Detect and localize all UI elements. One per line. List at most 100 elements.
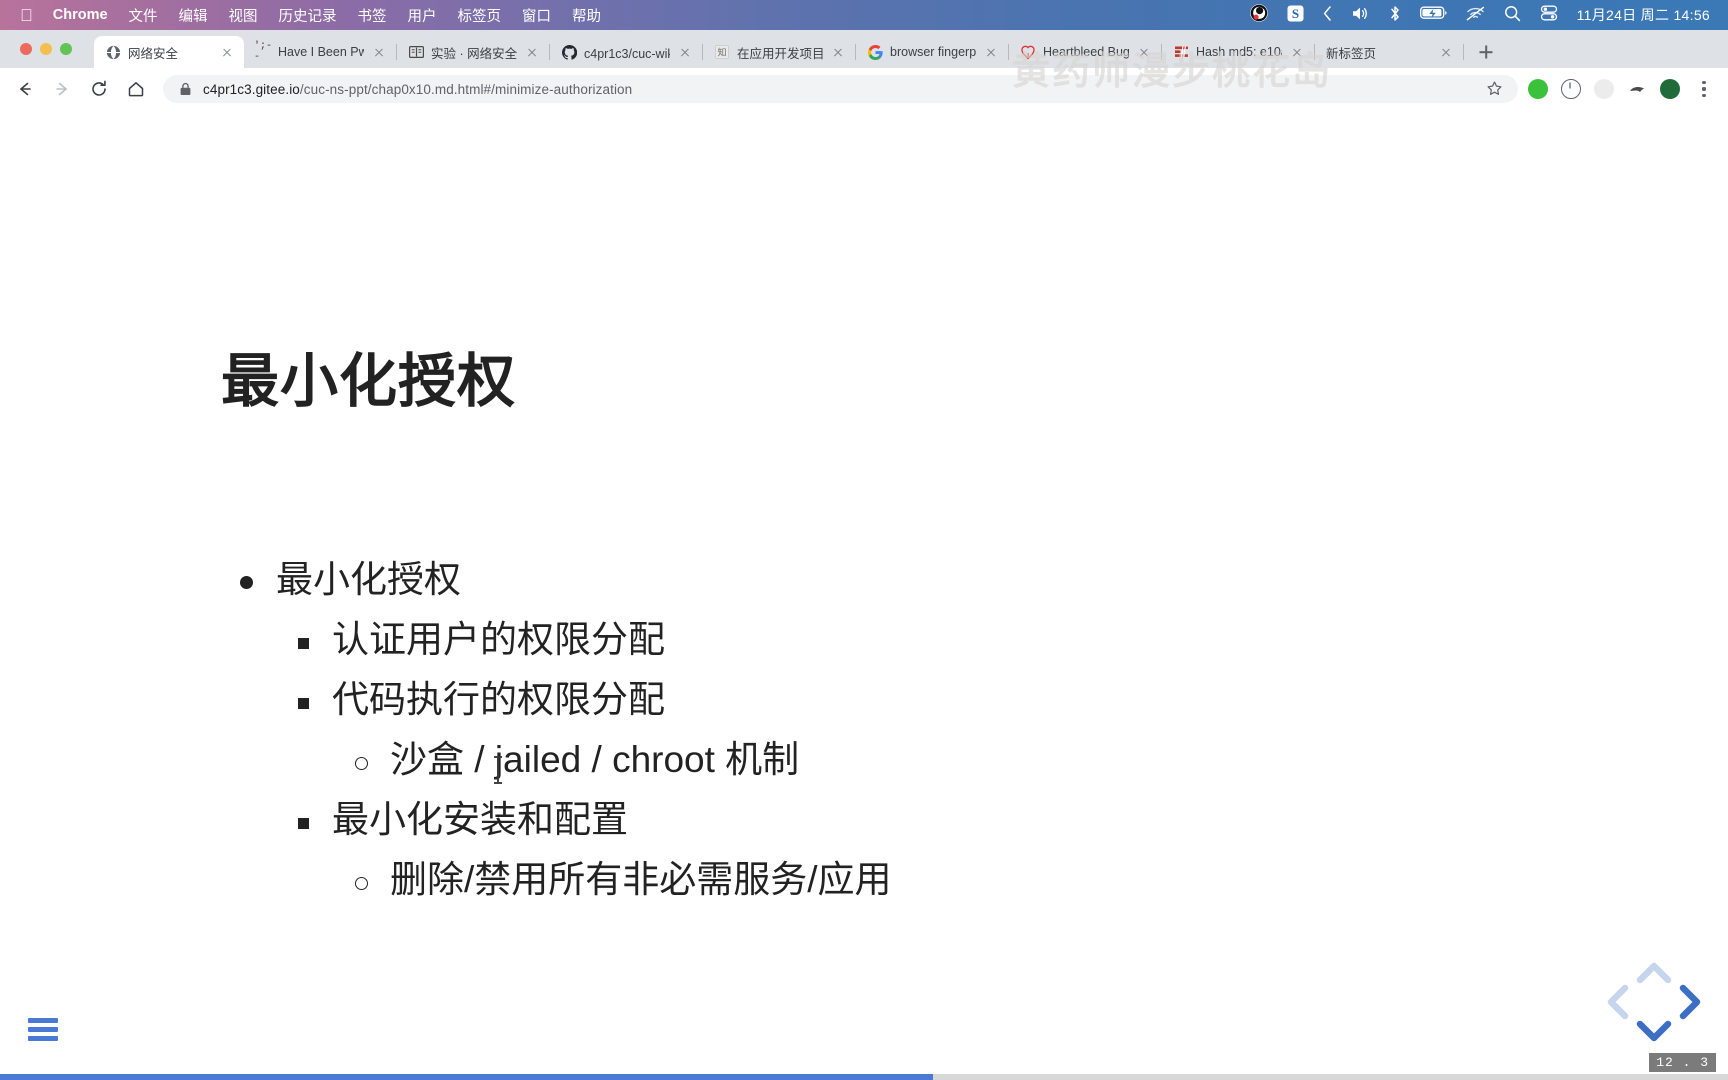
- menu-item-history[interactable]: 历史记录: [279, 5, 337, 26]
- close-tab-button[interactable]: [524, 44, 540, 60]
- hamburger-bar: [28, 1018, 58, 1023]
- sogou-input-icon[interactable]: S: [1287, 5, 1304, 26]
- macos-menubar:  Chrome 文件 编辑 视图 历史记录 书签 用户 标签页 窗口 帮助 S: [0, 0, 1728, 30]
- browser-tab[interactable]: 新标签页: [1315, 36, 1463, 68]
- control-center-icon[interactable]: [1540, 5, 1558, 25]
- bullet-level2-text: 认证用户的权限分配: [332, 618, 665, 660]
- url-path: /cuc-ns-ppt/chap0x10.md.html#/minimize-a…: [299, 81, 633, 97]
- chevron-left-icon[interactable]: [1323, 5, 1332, 25]
- tab-title: c4pr1c3/cuc-wiki: 介: [584, 46, 670, 61]
- address-bar[interactable]: c4pr1c3.gitee.io/cuc-ns-ppt/chap0x10.md.…: [163, 75, 1518, 103]
- nav-left-arrow: [1607, 984, 1629, 1020]
- close-tab-button[interactable]: [830, 44, 846, 60]
- google-icon: [867, 44, 883, 60]
- menubar-clock[interactable]: 11月24日 周二 14:56: [1577, 5, 1710, 25]
- minimize-window-button[interactable]: [40, 43, 52, 55]
- globe-icon: [105, 44, 121, 60]
- new-tab-button[interactable]: [1472, 38, 1500, 66]
- browser-tab[interactable]: Hash md5: e10adc3: [1162, 36, 1314, 68]
- lock-icon[interactable]: [177, 81, 193, 97]
- bullet-level2: 代码执行的权限分配 沙盒 / jailed / chroot 机制: [288, 670, 892, 790]
- close-tab-button[interactable]: [1289, 44, 1305, 60]
- close-tab-button[interactable]: [1136, 44, 1152, 60]
- book-icon: [408, 44, 424, 60]
- menu-item-window[interactable]: 窗口: [522, 5, 551, 26]
- bullet-level2: 认证用户的权限分配: [288, 610, 892, 670]
- nav-down-arrow: [1636, 1020, 1672, 1042]
- obs-icon[interactable]: [1249, 4, 1268, 26]
- url-domain: c4pr1c3.gitee.io: [203, 81, 300, 97]
- hamburger-bar: [28, 1027, 58, 1032]
- close-tab-button[interactable]: [1438, 44, 1454, 60]
- wifi-off-icon[interactable]: [1466, 6, 1485, 25]
- zhihu-icon: 知: [714, 44, 730, 60]
- star-icon[interactable]: [1486, 80, 1504, 98]
- spotlight-search-icon[interactable]: [1504, 5, 1521, 26]
- svg-text:知: 知: [717, 47, 726, 58]
- menu-item-help[interactable]: 帮助: [572, 5, 601, 26]
- back-button[interactable]: [10, 74, 40, 104]
- browser-tab[interactable]: 知 在应用开发项目中如何: [703, 36, 855, 68]
- tab-title: Hash md5: e10adc3: [1196, 45, 1282, 59]
- browser-toolbar: c4pr1c3.gitee.io/cuc-ns-ppt/chap0x10.md.…: [0, 68, 1728, 110]
- slide-counter[interactable]: 12 . 3: [1649, 1053, 1716, 1072]
- bullet-level2-text: 最小化安装和配置: [332, 798, 628, 840]
- hamburger-menu-icon[interactable]: [28, 1018, 58, 1042]
- close-tab-button[interactable]: [219, 44, 235, 60]
- reload-button[interactable]: [84, 74, 114, 104]
- extension-vimium-icon[interactable]: [1660, 79, 1680, 99]
- nav-arrows-svg: [1607, 962, 1701, 1042]
- browser-tab[interactable]: Heartbleed Bug: [1009, 36, 1161, 68]
- kebab-menu-icon[interactable]: [1694, 81, 1714, 97]
- browser-tab[interactable]: 实验 · 网络安全: [397, 36, 549, 68]
- volume-icon[interactable]: [1351, 6, 1370, 25]
- extension-icons: [1528, 79, 1680, 99]
- close-tab-button[interactable]: [983, 44, 999, 60]
- menu-item-tab[interactable]: 标签页: [458, 5, 502, 26]
- menu-item-view[interactable]: 视图: [229, 5, 258, 26]
- bullet-level3-list: 沙盒 / jailed / chroot 机制: [346, 730, 892, 790]
- slide-bullet-list: 最小化授权 认证用户的权限分配 代码执行的权限分配 沙盒 / jailed / …: [232, 550, 892, 910]
- menu-item-file[interactable]: 文件: [129, 5, 158, 26]
- text-cursor: [494, 756, 502, 784]
- browser-tab[interactable]: ';-- Have I Been Pwned:: [244, 36, 396, 68]
- slide-title: 最小化授权: [221, 349, 517, 414]
- bullet-level3-text: 沙盒 / jailed / chroot 机制: [390, 738, 800, 780]
- browser-tab[interactable]: browser fingerprinting: [856, 36, 1008, 68]
- menu-item-chrome[interactable]: Chrome: [53, 7, 108, 23]
- slide-progress-fill: [0, 1074, 934, 1080]
- bullet-level3-list: 删除/禁用所有非必需服务/应用: [346, 850, 892, 910]
- close-tab-button[interactable]: [677, 44, 693, 60]
- browser-tab[interactable]: c4pr1c3/cuc-wiki: 介: [550, 36, 702, 68]
- menu-item-profiles[interactable]: 用户: [408, 5, 437, 26]
- window-controls: [20, 43, 72, 55]
- tab-title: 网络安全: [128, 46, 179, 61]
- battery-charging-icon[interactable]: [1419, 6, 1447, 24]
- home-button[interactable]: [121, 74, 151, 104]
- close-tab-button[interactable]: [371, 44, 387, 60]
- github-icon: [561, 44, 577, 60]
- browser-tab[interactable]: 网络安全: [94, 36, 244, 68]
- url-text: c4pr1c3.gitee.io/cuc-ns-ppt/chap0x10.md.…: [203, 82, 632, 97]
- menu-item-bookmarks[interactable]: 书签: [358, 5, 387, 26]
- bullet-level1: 最小化授权 认证用户的权限分配 代码执行的权限分配 沙盒 / jailed / …: [232, 550, 892, 910]
- extension-clock-icon[interactable]: [1561, 79, 1581, 99]
- nav-right-arrow: [1679, 984, 1701, 1020]
- forward-button[interactable]: [47, 74, 77, 104]
- bluetooth-icon[interactable]: [1389, 5, 1401, 26]
- slide-progress-bar[interactable]: [0, 1074, 1728, 1080]
- browser-tabstrip: 网络安全 ';-- Have I Been Pwned: 实验 · 网络安全 c…: [0, 30, 1728, 68]
- extension-gray-icon[interactable]: [1594, 79, 1614, 99]
- tab-title: 实验 · 网络安全: [431, 46, 517, 61]
- extension-dark-icon[interactable]: [1627, 79, 1647, 99]
- hamburger-bar: [28, 1036, 58, 1041]
- close-window-button[interactable]: [20, 43, 32, 55]
- bullet-level1-text: 最小化授权: [276, 559, 461, 600]
- apple-logo-icon[interactable]: : [20, 7, 33, 24]
- maximize-window-button[interactable]: [60, 43, 72, 55]
- menu-item-edit[interactable]: 编辑: [179, 5, 208, 26]
- tab-title: 新标签页: [1326, 46, 1377, 61]
- tab-separator: [1463, 44, 1464, 60]
- extension-green-icon[interactable]: [1528, 79, 1548, 99]
- tab-title: Have I Been Pwned:: [278, 45, 364, 59]
